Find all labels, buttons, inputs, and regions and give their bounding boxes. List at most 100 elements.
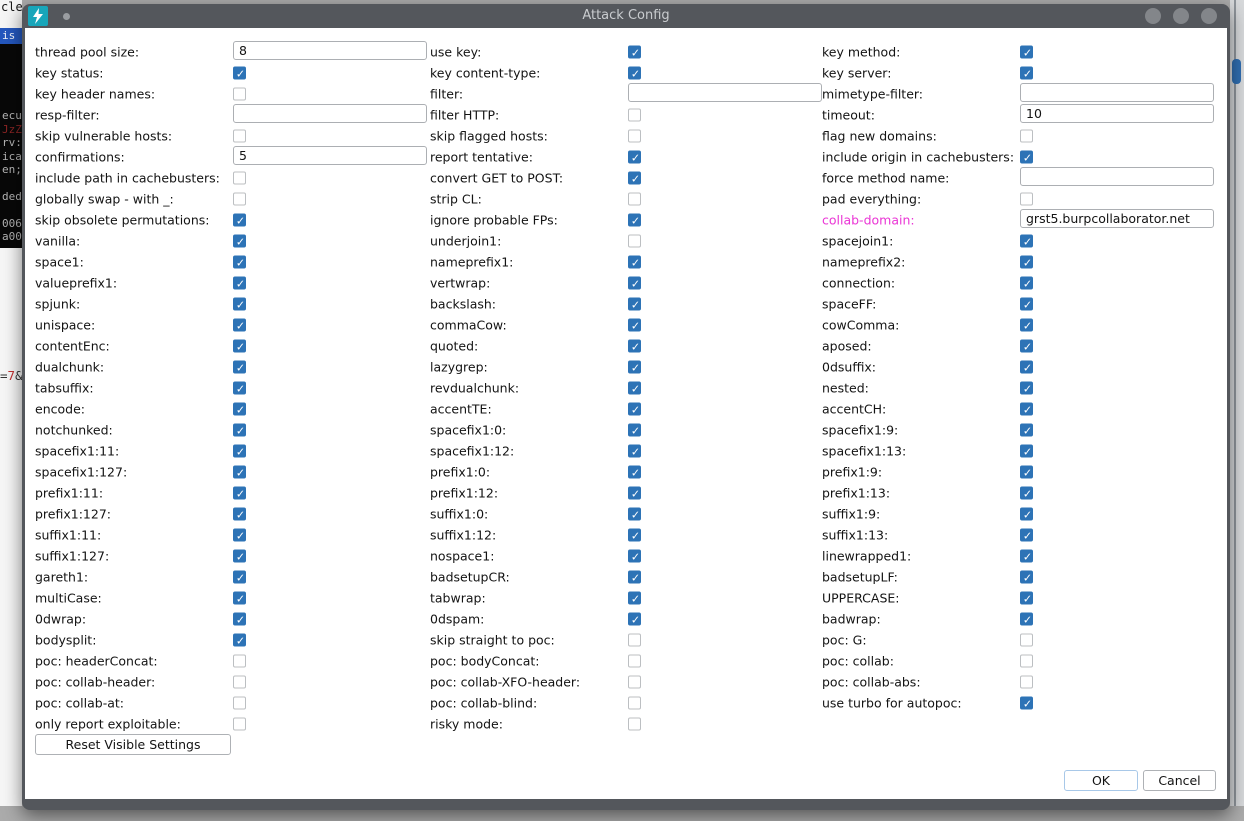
aposed-checkbox[interactable]: ✓ xyxy=(1020,339,1033,352)
valueprefix1-checkbox[interactable]: ✓ xyxy=(233,276,246,289)
key-header-names-checkbox[interactable] xyxy=(233,87,246,100)
skip-flagged-hosts-checkbox[interactable] xyxy=(628,129,641,142)
badsetuplf-checkbox[interactable]: ✓ xyxy=(1020,570,1033,583)
prefix1-12-checkbox[interactable]: ✓ xyxy=(628,486,641,499)
use-turbo-for-autopoc-checkbox[interactable]: ✓ xyxy=(1020,696,1033,709)
prefix1-0-checkbox[interactable]: ✓ xyxy=(628,465,641,478)
0dspam-checkbox[interactable]: ✓ xyxy=(628,612,641,625)
key-server-checkbox[interactable]: ✓ xyxy=(1020,66,1033,79)
confirmations-input[interactable] xyxy=(233,146,427,165)
prefix1-13-checkbox[interactable]: ✓ xyxy=(1020,486,1033,499)
uppercase-checkbox[interactable]: ✓ xyxy=(1020,591,1033,604)
space1-checkbox[interactable]: ✓ xyxy=(233,255,246,268)
linewrapped1-checkbox[interactable]: ✓ xyxy=(1020,549,1033,562)
nameprefix1-checkbox[interactable]: ✓ xyxy=(628,255,641,268)
include-origin-in-cachebusters-checkbox[interactable]: ✓ xyxy=(1020,150,1033,163)
suffix1-12-checkbox[interactable]: ✓ xyxy=(628,528,641,541)
poc-collab-abs-checkbox[interactable] xyxy=(1020,675,1033,688)
contentenc-checkbox[interactable]: ✓ xyxy=(233,339,246,352)
flag-new-domains-checkbox[interactable] xyxy=(1020,129,1033,142)
badwrap-checkbox[interactable]: ✓ xyxy=(1020,612,1033,625)
thread-pool-size-input[interactable] xyxy=(233,41,427,60)
ok-button[interactable]: OK xyxy=(1064,770,1138,791)
use-key-checkbox[interactable]: ✓ xyxy=(628,45,641,58)
spacefix1-13-checkbox[interactable]: ✓ xyxy=(1020,444,1033,457)
lazygrep-checkbox[interactable]: ✓ xyxy=(628,360,641,373)
key-content-type-checkbox[interactable]: ✓ xyxy=(628,66,641,79)
vanilla-checkbox[interactable]: ✓ xyxy=(233,234,246,247)
cowcomma-checkbox[interactable]: ✓ xyxy=(1020,318,1033,331)
poc-collab-checkbox[interactable] xyxy=(1020,654,1033,667)
globally-swap-with-checkbox[interactable] xyxy=(233,192,246,205)
poc-collab-xfo-header-checkbox[interactable] xyxy=(628,675,641,688)
bodysplit-checkbox[interactable]: ✓ xyxy=(233,633,246,646)
report-tentative-checkbox[interactable]: ✓ xyxy=(628,150,641,163)
prefix1-9-checkbox[interactable]: ✓ xyxy=(1020,465,1033,478)
only-report-exploitable-checkbox[interactable] xyxy=(233,717,246,730)
strip-cl-checkbox[interactable] xyxy=(628,192,641,205)
window-control-maximize[interactable] xyxy=(1173,8,1189,24)
suffix1-13-checkbox[interactable]: ✓ xyxy=(1020,528,1033,541)
timeout-input[interactable] xyxy=(1020,104,1214,123)
quoted-checkbox[interactable]: ✓ xyxy=(628,339,641,352)
poc-collab-blind-checkbox[interactable] xyxy=(628,696,641,709)
backslash-checkbox[interactable]: ✓ xyxy=(628,297,641,310)
badsetupcr-checkbox[interactable]: ✓ xyxy=(628,570,641,583)
revdualchunk-checkbox[interactable]: ✓ xyxy=(628,381,641,394)
reset-visible-settings-button[interactable]: Reset Visible Settings xyxy=(35,734,231,755)
0dsuffix-checkbox[interactable]: ✓ xyxy=(1020,360,1033,373)
spacefix1-12-checkbox[interactable]: ✓ xyxy=(628,444,641,457)
tabwrap-checkbox[interactable]: ✓ xyxy=(628,591,641,604)
resp-filter-input[interactable] xyxy=(233,104,427,123)
ignore-probable-fps-checkbox[interactable]: ✓ xyxy=(628,213,641,226)
dualchunk-checkbox[interactable]: ✓ xyxy=(233,360,246,373)
convert-get-to-post-checkbox[interactable]: ✓ xyxy=(628,171,641,184)
key-status-checkbox[interactable]: ✓ xyxy=(233,66,246,79)
window-control-minimize[interactable] xyxy=(1145,8,1161,24)
gareth1-checkbox[interactable]: ✓ xyxy=(233,570,246,583)
accentte-checkbox[interactable]: ✓ xyxy=(628,402,641,415)
suffix1-11-checkbox[interactable]: ✓ xyxy=(233,528,246,541)
force-method-name-input[interactable] xyxy=(1020,167,1214,186)
prefix1-127-checkbox[interactable]: ✓ xyxy=(233,507,246,520)
spaceff-checkbox[interactable]: ✓ xyxy=(1020,297,1033,310)
0dwrap-checkbox[interactable]: ✓ xyxy=(233,612,246,625)
spacefix1-127-checkbox[interactable]: ✓ xyxy=(233,465,246,478)
spacejoin1-checkbox[interactable]: ✓ xyxy=(1020,234,1033,247)
vertwrap-checkbox[interactable]: ✓ xyxy=(628,276,641,289)
spacefix1-0-checkbox[interactable]: ✓ xyxy=(628,423,641,436)
poc-g-checkbox[interactable] xyxy=(1020,633,1033,646)
nospace1-checkbox[interactable]: ✓ xyxy=(628,549,641,562)
skip-straight-to-poc-checkbox[interactable] xyxy=(628,633,641,646)
tabsuffix-checkbox[interactable]: ✓ xyxy=(233,381,246,394)
underjoin1-checkbox[interactable] xyxy=(628,234,641,247)
window-control-close[interactable] xyxy=(1201,8,1217,24)
mimetype-filter-input[interactable] xyxy=(1020,83,1214,102)
poc-headerconcat-checkbox[interactable] xyxy=(233,654,246,667)
nested-checkbox[interactable]: ✓ xyxy=(1020,381,1033,394)
key-method-checkbox[interactable]: ✓ xyxy=(1020,45,1033,58)
cancel-button[interactable]: Cancel xyxy=(1143,770,1216,791)
collab-domain-input[interactable] xyxy=(1020,209,1214,228)
spacefix1-9-checkbox[interactable]: ✓ xyxy=(1020,423,1033,436)
prefix1-11-checkbox[interactable]: ✓ xyxy=(233,486,246,499)
connection-checkbox[interactable]: ✓ xyxy=(1020,276,1033,289)
unispace-checkbox[interactable]: ✓ xyxy=(233,318,246,331)
spjunk-checkbox[interactable]: ✓ xyxy=(233,297,246,310)
multicase-checkbox[interactable]: ✓ xyxy=(233,591,246,604)
skip-obsolete-permutations-checkbox[interactable]: ✓ xyxy=(233,213,246,226)
poc-bodyconcat-checkbox[interactable] xyxy=(628,654,641,667)
suffix1-9-checkbox[interactable]: ✓ xyxy=(1020,507,1033,520)
encode-checkbox[interactable]: ✓ xyxy=(233,402,246,415)
nameprefix2-checkbox[interactable]: ✓ xyxy=(1020,255,1033,268)
titlebar[interactable]: Attack Config xyxy=(22,4,1230,28)
poc-collab-header-checkbox[interactable] xyxy=(233,675,246,688)
risky-mode-checkbox[interactable] xyxy=(628,717,641,730)
suffix1-0-checkbox[interactable]: ✓ xyxy=(628,507,641,520)
pad-everything-checkbox[interactable] xyxy=(1020,192,1033,205)
skip-vulnerable-hosts-checkbox[interactable] xyxy=(233,129,246,142)
include-path-in-cachebusters-checkbox[interactable] xyxy=(233,171,246,184)
accentch-checkbox[interactable]: ✓ xyxy=(1020,402,1033,415)
notchunked-checkbox[interactable]: ✓ xyxy=(233,423,246,436)
spacefix1-11-checkbox[interactable]: ✓ xyxy=(233,444,246,457)
